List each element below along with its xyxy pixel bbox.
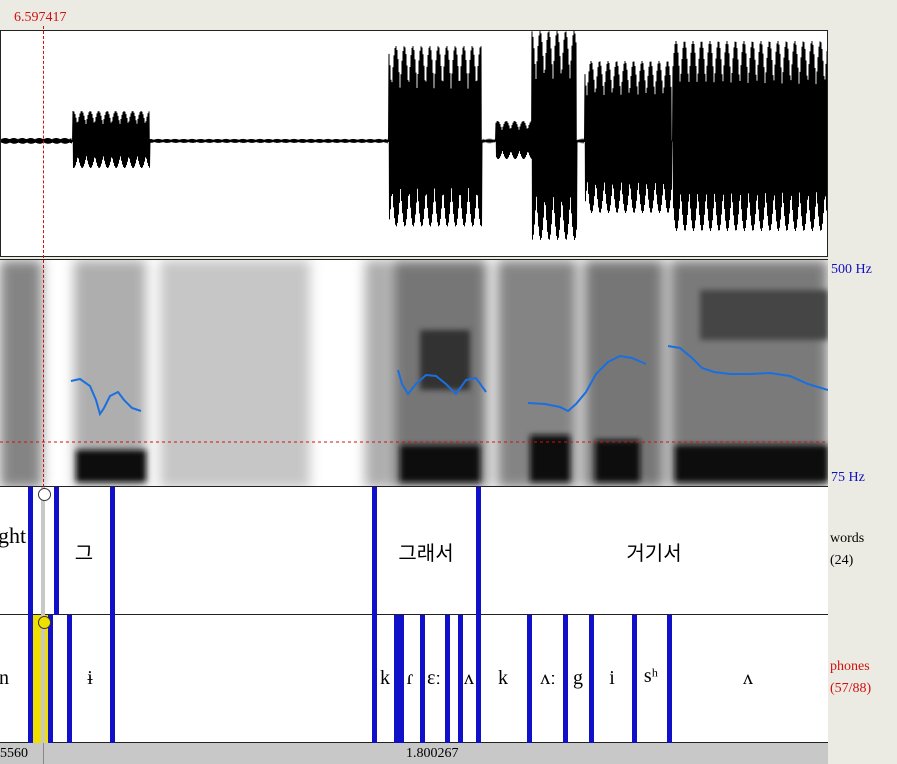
tier-boundary[interactable] <box>476 487 481 615</box>
tier-boundary[interactable] <box>399 615 404 743</box>
tier-boundary[interactable] <box>458 615 463 743</box>
tier-boundary[interactable] <box>67 615 72 743</box>
phone-interval-label: g <box>573 667 583 689</box>
tier-boundary[interactable] <box>632 615 637 743</box>
word-interval-label: 그래서 <box>398 543 454 565</box>
word-interval-label: 그 <box>74 543 94 565</box>
phone-interval-label: ʌ <box>743 667 753 689</box>
tier-boundary[interactable] <box>667 615 672 743</box>
tier-boundary[interactable] <box>28 615 33 743</box>
tier-boundary[interactable] <box>527 615 532 743</box>
tier-boundary[interactable] <box>445 615 450 743</box>
waveform-panel[interactable] <box>0 30 828 257</box>
phone-interval-label: k <box>380 667 390 689</box>
cursor-time-label: 6.597417 <box>14 10 67 25</box>
tier-boundary[interactable] <box>54 487 59 615</box>
freq-top-label: 500 Hz <box>831 262 872 277</box>
phones-tier-name: phones (57/88) <box>830 659 872 696</box>
tier-boundary[interactable] <box>48 615 53 743</box>
phone-interval-label: ɛː <box>427 667 441 689</box>
tier-boundary[interactable] <box>110 615 115 743</box>
phone-interval-label: ʌ <box>464 667 474 689</box>
cursor-handle-words[interactable] <box>38 488 51 501</box>
phone-interval-label: n <box>0 667 9 689</box>
time-cursor-line[interactable] <box>43 26 44 487</box>
time-cursor-track <box>41 487 45 743</box>
phone-interval-label: ɨ <box>87 667 93 689</box>
spectrogram-panel[interactable] <box>0 259 828 487</box>
time-center-label: 1.800267 <box>406 746 459 761</box>
tier-boundary[interactable] <box>28 487 33 615</box>
words-tier[interactable]: ght 그 그래서 거기서 <box>0 487 828 615</box>
phones-tier[interactable]: n ɨ k ɾ ɛː ʌ k ʌː g i sʰ ʌ <box>0 615 828 743</box>
tier-boundary[interactable] <box>110 487 115 615</box>
tier-boundary[interactable] <box>589 615 594 743</box>
time-left-label: 5560 <box>0 746 28 761</box>
tier-boundary[interactable] <box>372 615 377 743</box>
cursor-handle-phones[interactable] <box>38 616 51 629</box>
word-interval-label: ght <box>0 523 27 548</box>
words-tier-name: words (24) <box>830 531 865 568</box>
phone-interval-label: ɾ <box>406 667 414 689</box>
waveform <box>1 31 827 240</box>
phone-interval-label: ʌː <box>540 667 556 689</box>
word-interval-label: 거기서 <box>626 543 682 565</box>
spectrogram <box>0 260 828 486</box>
tier-boundary[interactable] <box>476 615 481 743</box>
freq-bottom-label: 75 Hz <box>831 470 865 485</box>
tier-boundary[interactable] <box>420 615 425 743</box>
phone-interval-label: k <box>498 667 508 689</box>
tier-boundary[interactable] <box>372 487 377 615</box>
tier-boundary[interactable] <box>563 615 568 743</box>
time-bar-divider <box>43 743 44 764</box>
phone-interval-label: sʰ <box>643 665 659 687</box>
time-bar[interactable]: 5560 1.800267 <box>0 743 828 764</box>
phone-interval-label: i <box>609 667 615 689</box>
